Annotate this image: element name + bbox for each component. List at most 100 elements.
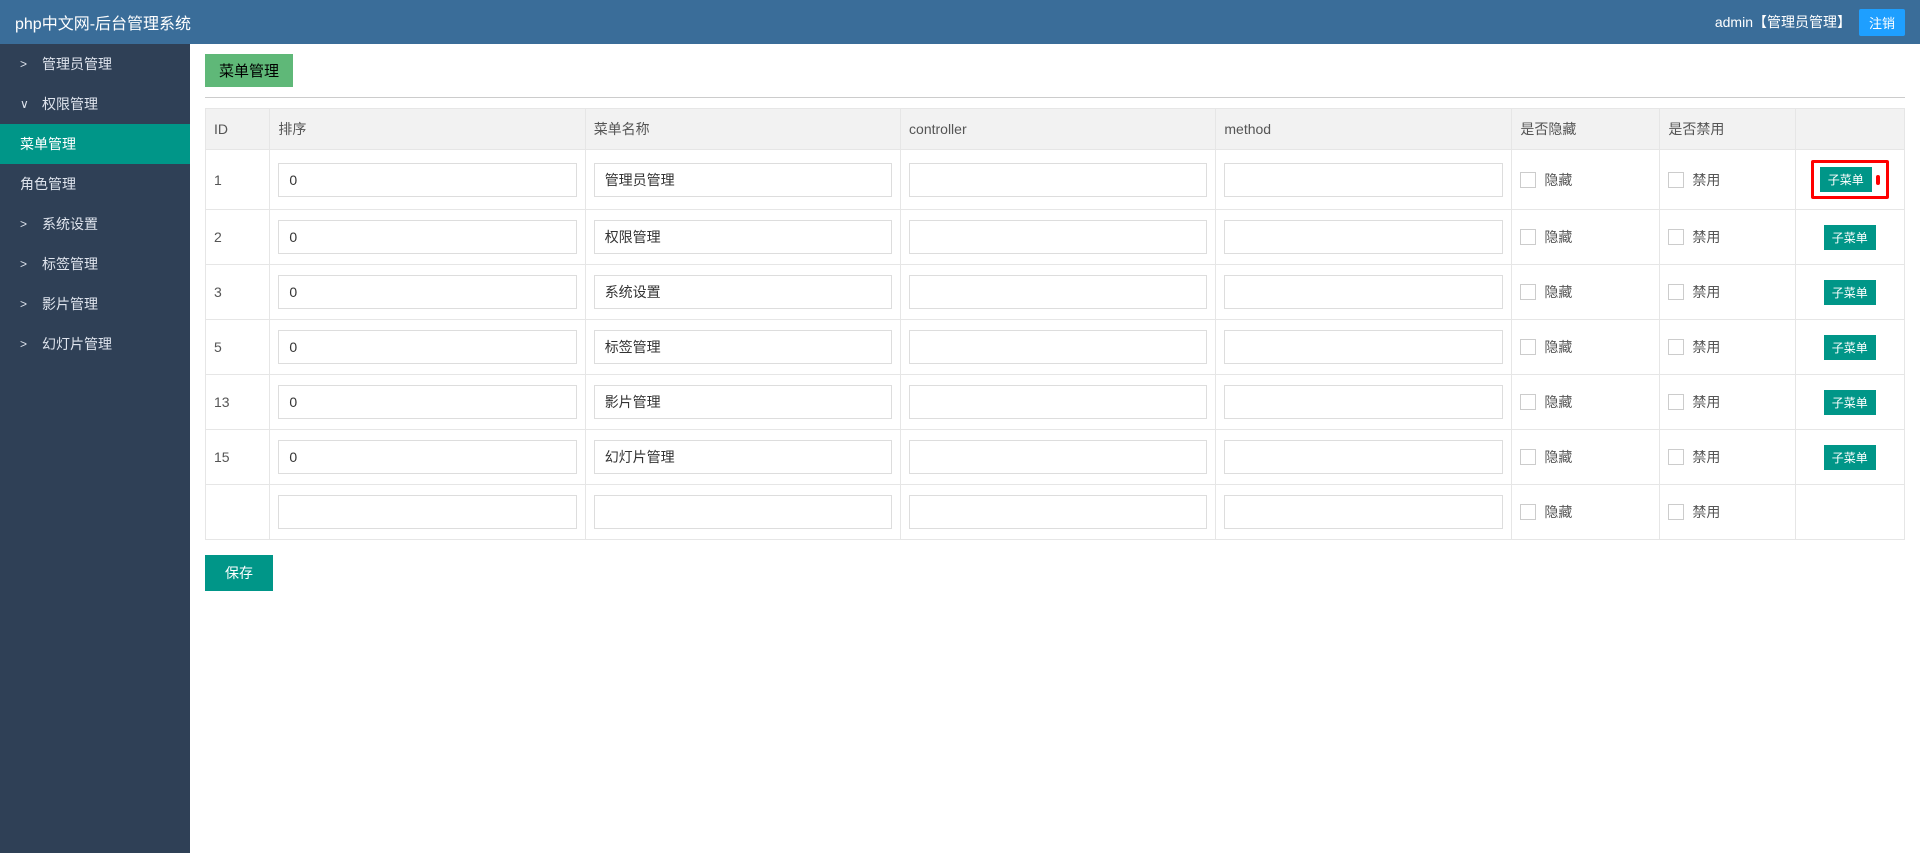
disabled-label: 禁用 (1692, 392, 1720, 412)
hidden-label: 隐藏 (1544, 392, 1572, 412)
sidebar-item-label: 系统设置 (42, 214, 98, 234)
table-row: 2隐藏禁用子菜单 (206, 210, 1905, 265)
cell-id: 1 (206, 150, 270, 210)
hidden-checkbox[interactable] (1520, 504, 1536, 520)
th-sort: 排序 (270, 109, 585, 150)
hidden-checkbox[interactable] (1520, 229, 1536, 245)
hidden-label: 隐藏 (1544, 502, 1572, 522)
disabled-checkbox[interactable] (1668, 284, 1684, 300)
disabled-label: 禁用 (1692, 227, 1720, 247)
chevron-right-icon: > (20, 217, 32, 231)
cell-id: 2 (206, 210, 270, 265)
submenu-button[interactable]: 子菜单 (1824, 445, 1876, 470)
hidden-checkbox[interactable] (1520, 394, 1536, 410)
disabled-checkbox[interactable] (1668, 504, 1684, 520)
disabled-checkbox[interactable] (1668, 229, 1684, 245)
sort-input[interactable] (278, 163, 576, 197)
name-input[interactable] (594, 330, 892, 364)
user-label[interactable]: admin【管理员管理】 (1715, 12, 1851, 32)
method-input[interactable] (1224, 385, 1503, 419)
submenu-button[interactable]: 子菜单 (1824, 390, 1876, 415)
submenu-button[interactable]: 子菜单 (1824, 280, 1876, 305)
page-title: 菜单管理 (205, 54, 293, 87)
logout-button[interactable]: 注销 (1859, 9, 1905, 36)
method-input[interactable] (1224, 220, 1503, 254)
method-input[interactable] (1224, 163, 1503, 197)
th-disabled: 是否禁用 (1660, 109, 1795, 150)
controller-input[interactable] (909, 330, 1207, 364)
sort-input[interactable] (278, 220, 576, 254)
table-row: 3隐藏禁用子菜单 (206, 265, 1905, 320)
chevron-right-icon: > (20, 257, 32, 271)
disabled-checkbox[interactable] (1668, 394, 1684, 410)
controller-input[interactable] (909, 385, 1207, 419)
save-button[interactable]: 保存 (205, 555, 273, 591)
disabled-label: 禁用 (1692, 447, 1720, 467)
sidebar-item-label: 权限管理 (42, 94, 98, 114)
controller-input[interactable] (909, 495, 1207, 529)
disabled-label: 禁用 (1692, 337, 1720, 357)
app-title: php中文网-后台管理系统 (15, 10, 191, 34)
sort-input[interactable] (278, 330, 576, 364)
disabled-checkbox[interactable] (1668, 339, 1684, 355)
name-input[interactable] (594, 275, 892, 309)
method-input[interactable] (1224, 275, 1503, 309)
hidden-label: 隐藏 (1544, 170, 1572, 190)
cell-id: 13 (206, 375, 270, 430)
hidden-checkbox[interactable] (1520, 284, 1536, 300)
sidebar: >管理员管理∨权限管理菜单管理角色管理>系统设置>标签管理>影片管理>幻灯片管理 (0, 44, 190, 853)
controller-input[interactable] (909, 220, 1207, 254)
sidebar-item-label: 幻灯片管理 (42, 334, 112, 354)
sidebar-subitem[interactable]: 角色管理 (0, 164, 190, 204)
highlight-annotation: 子菜单 (1811, 160, 1889, 199)
chevron-right-icon: > (20, 57, 32, 71)
hidden-checkbox[interactable] (1520, 172, 1536, 188)
table-row: 1隐藏禁用子菜单 (206, 150, 1905, 210)
hidden-checkbox[interactable] (1520, 339, 1536, 355)
sidebar-item[interactable]: >管理员管理 (0, 44, 190, 84)
method-input[interactable] (1224, 330, 1503, 364)
method-input[interactable] (1224, 495, 1503, 529)
hidden-label: 隐藏 (1544, 337, 1572, 357)
th-id: ID (206, 109, 270, 150)
menu-table: ID 排序 菜单名称 controller method 是否隐藏 是否禁用 1… (205, 108, 1905, 540)
controller-input[interactable] (909, 275, 1207, 309)
table-row: 隐藏 禁用 (206, 485, 1905, 540)
sidebar-item[interactable]: > 影片管理 (0, 284, 190, 324)
sort-input[interactable] (278, 440, 576, 474)
disabled-label: 禁用 (1692, 502, 1720, 522)
sidebar-item-label: 影片管理 (42, 294, 98, 314)
name-input[interactable] (594, 220, 892, 254)
hidden-label: 隐藏 (1544, 447, 1572, 467)
table-row: 15 隐藏 禁用 子菜单 (206, 430, 1905, 485)
sort-input[interactable] (278, 495, 576, 529)
controller-input[interactable] (909, 440, 1207, 474)
sidebar-subitem[interactable]: 菜单管理 (0, 124, 190, 164)
sidebar-item[interactable]: >幻灯片管理 (0, 324, 190, 364)
submenu-button[interactable]: 子菜单 (1824, 225, 1876, 250)
disabled-checkbox[interactable] (1668, 172, 1684, 188)
sidebar-item[interactable]: > 系统设置 (0, 204, 190, 244)
name-input[interactable] (594, 163, 892, 197)
submenu-button[interactable]: 子菜单 (1820, 167, 1872, 192)
disabled-checkbox[interactable] (1668, 449, 1684, 465)
chevron-right-icon: > (20, 297, 32, 311)
th-method: method (1216, 109, 1512, 150)
name-input[interactable] (594, 385, 892, 419)
cell-id: 3 (206, 265, 270, 320)
controller-input[interactable] (909, 163, 1207, 197)
sort-input[interactable] (278, 385, 576, 419)
submenu-button[interactable]: 子菜单 (1824, 335, 1876, 360)
th-action (1795, 109, 1904, 150)
table-row: 13 隐藏 禁用 子菜单 (206, 375, 1905, 430)
sort-input[interactable] (278, 275, 576, 309)
name-input[interactable] (594, 440, 892, 474)
hidden-checkbox[interactable] (1520, 449, 1536, 465)
hidden-label: 隐藏 (1544, 282, 1572, 302)
cell-id: 15 (206, 430, 270, 485)
method-input[interactable] (1224, 440, 1503, 474)
name-input[interactable] (594, 495, 892, 529)
main-content: 菜单管理 ID 排序 菜单名称 controller method 是否隐藏 是… (190, 44, 1920, 853)
sidebar-item[interactable]: ∨权限管理 (0, 84, 190, 124)
sidebar-item[interactable]: >标签管理 (0, 244, 190, 284)
